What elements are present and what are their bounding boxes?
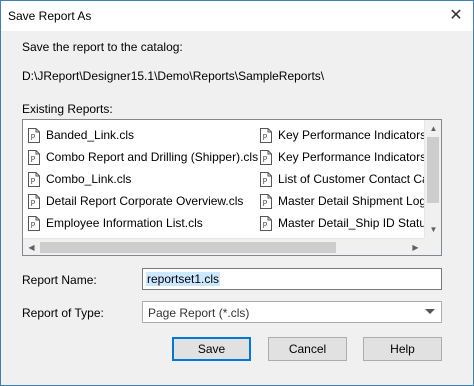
report-name-value: reportset1.cls [146, 272, 221, 286]
report-name-label: Report Name: [22, 273, 97, 287]
report-type-select[interactable]: Page Report (*.cls) [142, 301, 442, 323]
scroll-up-icon[interactable]: ▲ [425, 120, 441, 137]
svg-text:P: P [263, 133, 268, 142]
list-item[interactable]: P Combo_Link.cls [28, 168, 258, 190]
report-name: Employee Information List.cls [46, 216, 203, 230]
svg-text:P: P [263, 199, 268, 208]
chevron-down-icon[interactable] [425, 309, 435, 314]
report-file-icon: P [260, 127, 272, 143]
report-name: Master Detail_Ship ID Status (D [278, 216, 426, 230]
vertical-scrollbar[interactable]: ▲ ▼ [424, 120, 441, 238]
svg-text:P: P [31, 133, 36, 142]
report-file-icon: P [28, 193, 40, 209]
catalog-path: D:\JReport\Designer15.1\Demo\Reports\Sam… [22, 69, 325, 83]
report-name: Key Performance Indicators Re [278, 128, 426, 142]
report-name: Banded_Link.cls [46, 128, 135, 142]
report-file-icon: P [260, 215, 272, 231]
report-type-value: Page Report (*.cls) [148, 306, 250, 320]
horizontal-scroll-thumb[interactable] [40, 242, 336, 253]
list-item[interactable]: P Master Detail Shipment Log.cls [260, 190, 426, 212]
list-item[interactable]: P Employee Information List.cls [28, 212, 258, 234]
dialog-title: Save Report As [8, 9, 92, 23]
list-item[interactable]: P Master Detail_Ship ID Status (D [260, 212, 426, 234]
cancel-button[interactable]: Cancel [268, 337, 347, 361]
svg-text:P: P [31, 155, 36, 164]
report-name-input[interactable]: reportset1.cls [142, 268, 442, 290]
svg-text:P: P [31, 199, 36, 208]
scroll-right-icon[interactable]: ▶ [407, 239, 424, 255]
reports-column-1: P Banded_Link.cls P Combo Report and Dri… [28, 124, 258, 234]
report-file-icon: P [28, 127, 40, 143]
list-item[interactable]: P Key Performance Indicators Re [260, 124, 426, 146]
help-button[interactable]: Help [363, 337, 442, 361]
existing-reports-list[interactable]: P Banded_Link.cls P Combo Report and Dri… [22, 119, 442, 256]
horizontal-scrollbar[interactable]: ◀ ▶ [23, 238, 441, 255]
svg-text:P: P [31, 221, 36, 230]
report-file-icon: P [28, 171, 40, 187]
list-item[interactable]: P List of Customer Contact Cards [260, 168, 426, 190]
report-name: Detail Report Corporate Overview.cls [46, 194, 244, 208]
report-file-icon: P [260, 149, 272, 165]
report-name: Combo_Link.cls [46, 172, 132, 186]
scrollbar-corner [424, 238, 441, 255]
report-name: List of Customer Contact Cards [278, 172, 426, 186]
report-file-icon: P [260, 193, 272, 209]
list-item[interactable]: P Detail Report Corporate Overview.cls [28, 190, 258, 212]
title-bar: Save Report As ✕ [1, 1, 473, 31]
save-button[interactable]: Save [172, 337, 251, 361]
report-name: Key Performance Indicators_De [278, 150, 426, 164]
vertical-scroll-thumb[interactable] [427, 137, 439, 203]
report-name: Master Detail Shipment Log.cls [278, 194, 426, 208]
save-report-dialog: Save Report As ✕ Save the report to the … [0, 0, 474, 386]
report-file-icon: P [260, 171, 272, 187]
report-file-icon: P [28, 149, 40, 165]
scroll-down-icon[interactable]: ▼ [425, 221, 441, 238]
existing-reports-label: Existing Reports: [22, 102, 113, 116]
report-type-label: Report of Type: [22, 306, 104, 320]
close-icon[interactable]: ✕ [447, 6, 465, 24]
svg-text:P: P [263, 177, 268, 186]
scroll-left-icon[interactable]: ◀ [23, 239, 40, 255]
svg-text:P: P [263, 155, 268, 164]
svg-text:P: P [31, 177, 36, 186]
list-item[interactable]: P Combo Report and Drilling (Shipper).cl… [28, 146, 258, 168]
report-file-icon: P [28, 215, 40, 231]
list-item[interactable]: P Banded_Link.cls [28, 124, 258, 146]
list-item[interactable]: P Key Performance Indicators_De [260, 146, 426, 168]
report-name: Combo Report and Drilling (Shipper).cls [46, 150, 259, 164]
reports-column-2: P Key Performance Indicators Re P Key Pe… [260, 124, 426, 234]
svg-text:P: P [263, 221, 268, 230]
intro-label: Save the report to the catalog: [22, 40, 183, 54]
